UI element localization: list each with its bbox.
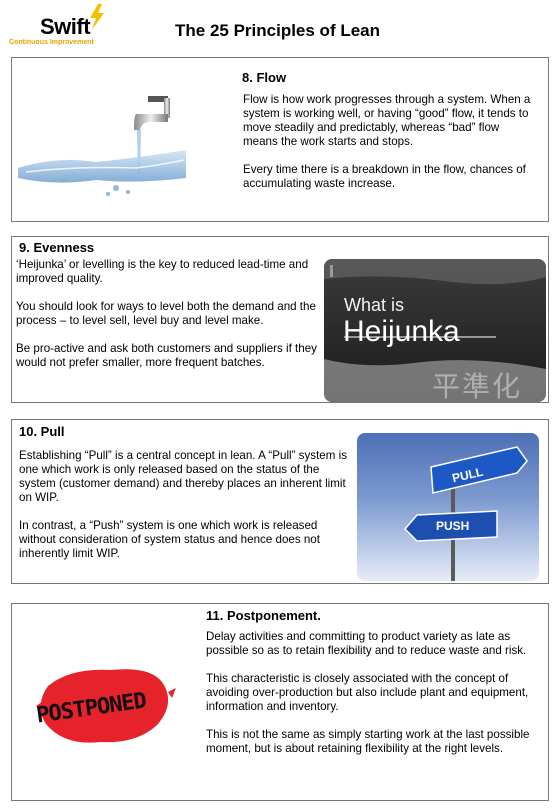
paragraph: In contrast, a “Push” system is one whic…: [19, 519, 320, 560]
image-kanji: 平準化: [432, 370, 523, 402]
section-postponement: POSTPONED 11. Postponement. Delay activi…: [11, 603, 549, 801]
push-sign-label: PUSH: [436, 519, 470, 533]
section-body: Flow is how work progresses through a sy…: [243, 93, 535, 191]
section-body: Delay activities and committing to produ…: [206, 630, 540, 756]
paragraph: Establishing “Pull” is a central concept…: [19, 449, 347, 504]
image-caption-line1: What is: [344, 295, 405, 315]
paragraph: ‘Heijunka’ or levelling is the key to re…: [16, 258, 309, 285]
pull-push-image: PULL PUSH: [357, 433, 539, 581]
section-title: 8. Flow: [242, 70, 287, 85]
paragraph: You should look for ways to level both t…: [16, 300, 316, 327]
image-caption-line2: Heijunka: [343, 315, 460, 348]
paragraph: This characteristic is closely associate…: [206, 672, 529, 713]
section-evenness: 9. Evenness ‘Heijunka’ or levelling is t…: [11, 236, 549, 403]
section-body: Establishing “Pull” is a central concept…: [19, 449, 349, 561]
logo-brand: Swift: [40, 14, 91, 39]
document-title: The 25 Principles of Lean: [175, 21, 381, 40]
section-body: ‘Heijunka’ or levelling is the key to re…: [16, 258, 324, 370]
section-title: 10. Pull: [19, 424, 65, 439]
paragraph: Be pro-active and ask both customers and…: [16, 342, 317, 369]
flow-image: [16, 86, 188, 198]
section-pull: 10. Pull Establishing “Pull” is a centra…: [11, 419, 549, 584]
logo-tagline: Continuous Improvement: [9, 39, 94, 46]
section-title: 9. Evenness: [19, 240, 95, 255]
paragraph: Delay activities and committing to produ…: [206, 630, 527, 657]
heijunka-image: What is Heijunka 平準化: [324, 259, 546, 402]
paragraph: Every time there is a breakdown in the f…: [243, 163, 526, 190]
paragraph: This is not the same as simply starting …: [206, 728, 530, 755]
logo: Swift Continuous Improvement: [8, 4, 118, 48]
section-title: 11. Postponement.: [206, 608, 321, 623]
postponed-stamp-image: POSTPONED: [30, 662, 180, 752]
paragraph: Flow is how work progresses through a sy…: [243, 93, 531, 148]
section-flow: 8. Flow Flow is how work progresses thro…: [11, 57, 549, 222]
